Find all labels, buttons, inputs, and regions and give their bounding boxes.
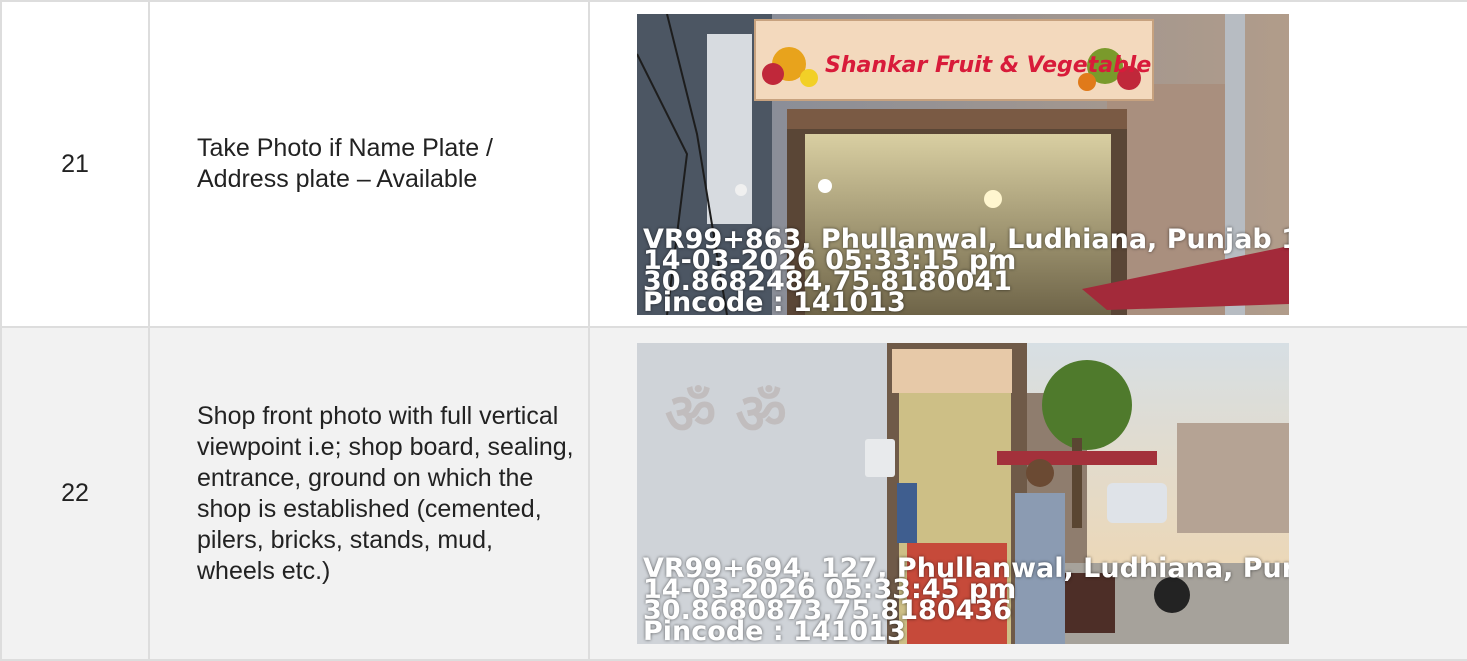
geotag-stamp: VR99+694, 127, Phullanwal, Ludhiana, Pun…	[643, 555, 1289, 644]
shop-name-plate-photo[interactable]: Shankar Fruit & Vegetable VR99+863, Phul…	[637, 13, 1289, 315]
row-description: Take Photo if Name Plate / Address plate…	[148, 0, 590, 328]
table-row: 22 Shop front photo with full vertical v…	[0, 326, 1467, 661]
row-number: 21	[0, 0, 150, 328]
photo-cell: ॐ ॐ VR99+694, 127, Phullanwal, Ludhiana,…	[588, 326, 1467, 661]
photo-cell: Shankar Fruit & Vegetable VR99+863, Phul…	[588, 0, 1467, 328]
table-row: 21 Take Photo if Name Plate / Address pl…	[0, 0, 1467, 328]
row-number: 22	[0, 326, 150, 661]
row-description: Shop front photo with full vertical view…	[148, 326, 590, 661]
svg-text:ॐ ॐ: ॐ ॐ	[665, 382, 787, 447]
geotag-stamp: VR99+863, Phullanwal, Ludhiana, Punjab 1…	[643, 226, 1289, 315]
shop-front-photo[interactable]: ॐ ॐ VR99+694, 127, Phullanwal, Ludhiana,…	[637, 343, 1289, 644]
survey-table: 21 Take Photo if Name Plate / Address pl…	[0, 0, 1467, 661]
sign-board-text: Shankar Fruit & Vegetable	[825, 53, 1151, 78]
